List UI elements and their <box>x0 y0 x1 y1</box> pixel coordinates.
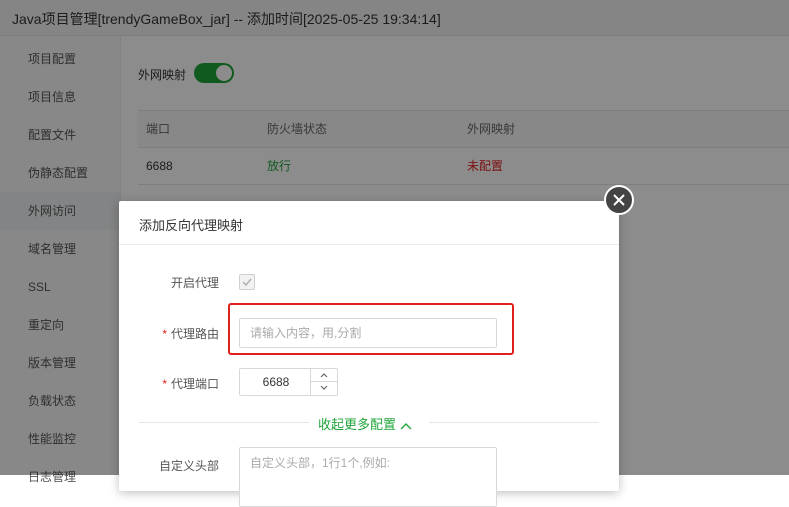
dialog-title: 添加反向代理映射 <box>139 218 244 233</box>
proxy-port-label: * 代理端口 <box>119 375 219 392</box>
stepper-buttons <box>310 369 337 395</box>
close-icon <box>613 194 625 206</box>
proxy-route-label-text: 代理路由 <box>170 327 219 341</box>
close-dialog-button[interactable] <box>604 185 634 215</box>
proxy-port-label-text: 代理端口 <box>170 377 219 391</box>
chevron-down-icon <box>320 385 328 390</box>
chevron-up-icon <box>400 422 412 430</box>
proxy-route-input[interactable] <box>239 318 497 348</box>
custom-header-label: 自定义头部 <box>119 457 219 474</box>
reverse-proxy-dialog: 添加反向代理映射 开启代理 *代理路由 *代理端口 6688 收起更多配置 <box>119 201 619 507</box>
divider-right <box>429 422 599 423</box>
dialog-header: 添加反向代理映射 <box>119 201 619 245</box>
proxy-port-value[interactable]: 6688 <box>240 369 312 395</box>
required-mark: * <box>162 377 167 391</box>
enable-proxy-checkbox[interactable] <box>239 274 255 290</box>
enable-proxy-label-text: 开启代理 <box>170 276 219 290</box>
custom-header-textarea[interactable] <box>239 447 497 507</box>
proxy-port-stepper[interactable]: 6688 <box>239 368 338 396</box>
collapse-label: 收起更多配置 <box>318 417 397 432</box>
chevron-up-icon <box>320 373 328 378</box>
enable-proxy-label: 开启代理 <box>119 274 219 291</box>
divider-left <box>139 422 309 423</box>
increment-button[interactable] <box>311 369 337 382</box>
custom-header-label-text: 自定义头部 <box>158 459 219 473</box>
decrement-button[interactable] <box>311 382 337 395</box>
check-icon <box>242 278 252 287</box>
collapse-more-config-button[interactable]: 收起更多配置 <box>318 414 412 433</box>
proxy-route-label: * 代理路由 <box>119 325 219 342</box>
required-mark: * <box>162 327 167 341</box>
